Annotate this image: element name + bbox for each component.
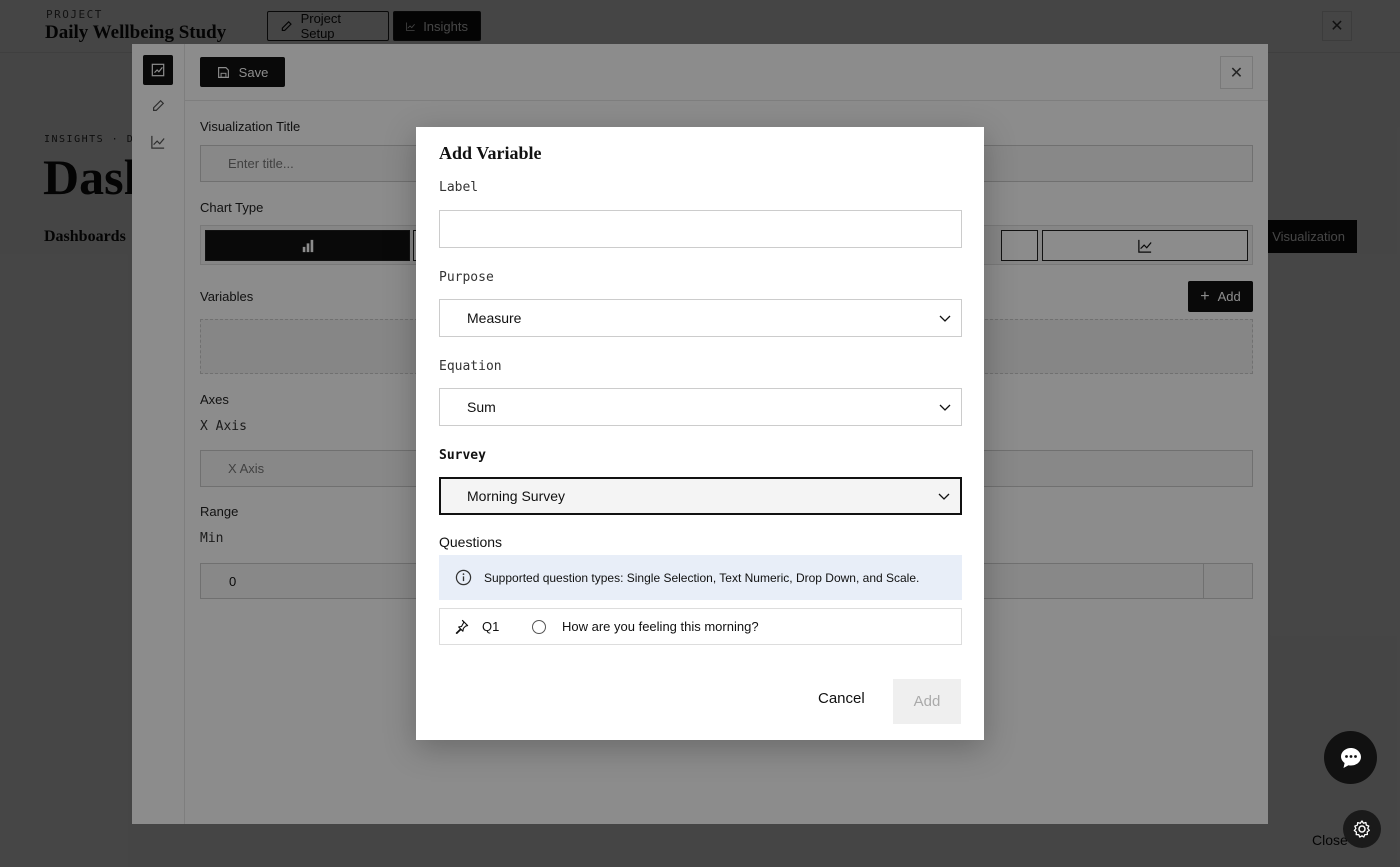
equation-value: Sum [467,399,496,415]
label-field-label: Label [439,180,479,195]
question-text: How are you feeling this morning? [562,619,759,634]
info-text: Supported question types: Single Selecti… [484,570,920,585]
modal-title: Add Variable [439,143,542,163]
info-banner: Supported question types: Single Selecti… [439,555,962,600]
equation-label: Equation [439,359,502,374]
settings-button[interactable] [1343,810,1381,848]
question-radio[interactable] [532,619,546,634]
add-variable-modal: Add Variable Label Purpose Measure Equat… [416,127,984,740]
questions-label: Questions [439,534,503,550]
purpose-label: Purpose [439,270,494,285]
chevron-down-icon [939,404,951,411]
chevron-down-icon [939,315,951,322]
purpose-value: Measure [467,310,522,326]
purpose-select[interactable]: Measure [439,299,962,337]
question-id: Q1 [482,619,500,634]
info-icon [455,569,472,586]
question-row[interactable]: Q1 How are you feeling this morning? [439,608,962,645]
survey-select[interactable]: Morning Survey [439,477,962,515]
cancel-button[interactable]: Cancel [818,690,865,707]
gear-icon [1353,820,1370,838]
add-button[interactable]: Add [893,679,961,724]
survey-label: Survey [439,448,486,463]
pin-icon[interactable] [440,619,482,634]
chat-button[interactable] [1324,731,1377,784]
label-input[interactable] [439,210,962,248]
equation-select[interactable]: Sum [439,388,962,426]
chevron-down-icon [938,493,950,500]
survey-value: Morning Survey [467,488,566,504]
chat-icon [1340,747,1361,768]
